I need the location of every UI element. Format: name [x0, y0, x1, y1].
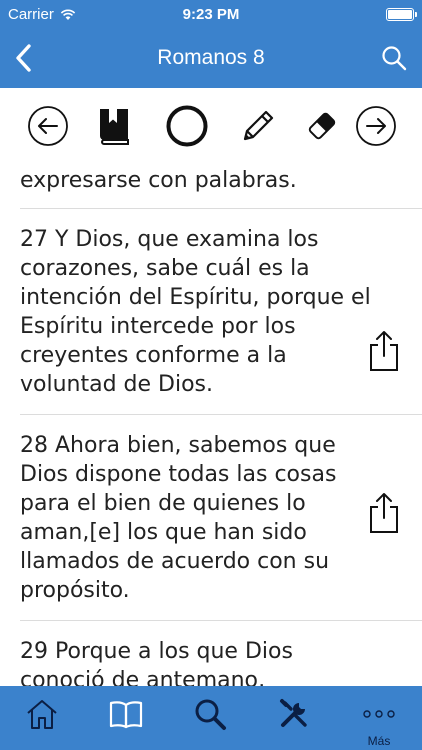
verse-text: expresarse con palabras.: [20, 168, 297, 193]
tab-home[interactable]: [12, 694, 72, 734]
tab-tools[interactable]: [264, 694, 324, 734]
book-icon: [109, 701, 143, 729]
navigation-bar: Romanos 8: [0, 30, 422, 88]
bookmark-button[interactable]: [92, 104, 136, 148]
search-icon: [382, 46, 407, 71]
status-time: 9:23 PM: [182, 6, 240, 23]
search-icon: [195, 699, 226, 730]
top-bar: Carrier 9:23 PM Romanos 8: [0, 0, 422, 88]
next-chapter-button[interactable]: [354, 104, 398, 148]
home-icon: [27, 700, 57, 729]
tools-icon: [280, 699, 307, 727]
tab-more-label: Más: [367, 734, 391, 748]
verse-item[interactable]: 27 Y Dios, que examina los corazones, sa…: [0, 209, 422, 414]
eraser-button[interactable]: [300, 104, 344, 148]
verse-text: 28 Ahora bien, sabemos que Dios dispone …: [20, 433, 337, 603]
verse-item[interactable]: expresarse con palabras.: [0, 164, 422, 208]
page-title: Romanos 8: [157, 46, 265, 69]
tab-more[interactable]: [349, 694, 409, 734]
bookmark-book-icon: [100, 109, 129, 145]
search-button[interactable]: [378, 42, 410, 74]
arrow-right-circle-icon: [356, 106, 396, 146]
arrow-left-circle-icon: [28, 106, 68, 146]
status-bar: Carrier 9:23 PM: [0, 0, 422, 30]
chapter-content: expresarse con palabras. 27 Y Dios, que …: [0, 164, 422, 686]
verse-text: 29 Porque a los que Dios conoció de ante…: [20, 639, 293, 686]
reading-toolbar: [0, 88, 422, 164]
share-icon: [370, 331, 398, 371]
tab-bar: Más: [0, 686, 422, 750]
tab-bible[interactable]: [96, 694, 156, 734]
share-button[interactable]: [366, 329, 402, 373]
battery-icon: [386, 8, 417, 21]
more-icon: [363, 710, 395, 718]
pencil-icon: [243, 110, 274, 141]
tab-search[interactable]: [180, 694, 240, 734]
note-button[interactable]: [236, 104, 280, 148]
previous-chapter-button[interactable]: [26, 104, 70, 148]
share-icon: [370, 493, 398, 533]
verse-item[interactable]: 28 Ahora bien, sabemos que Dios dispone …: [0, 415, 422, 620]
verse-text: 27 Y Dios, que examina los corazones, sa…: [20, 227, 371, 397]
eraser-icon: [308, 112, 336, 140]
verse-item[interactable]: 29 Porque a los que Dios conoció de ante…: [0, 621, 422, 686]
highlight-button[interactable]: [165, 104, 209, 148]
circle-icon: [166, 105, 208, 147]
share-button[interactable]: [366, 491, 402, 535]
